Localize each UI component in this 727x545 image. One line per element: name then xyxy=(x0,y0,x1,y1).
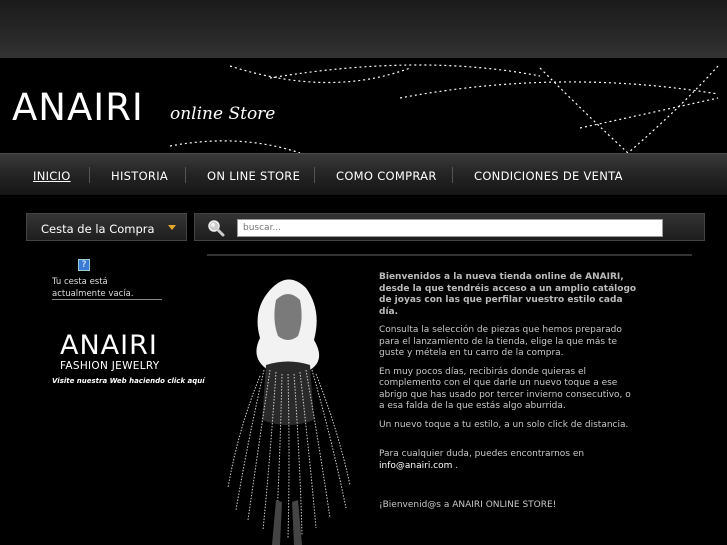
search-icon[interactable] xyxy=(207,219,225,237)
nav-separator xyxy=(452,167,453,183)
cart-label: Cesta de la Compra xyxy=(41,222,155,236)
nav-separator xyxy=(185,167,186,183)
paragraph: Un nuevo toque a tu estilo, a un solo cl… xyxy=(379,419,629,430)
site-header: ANAIRI online Store xyxy=(0,58,727,153)
nav-item-historia[interactable]: HISTORIA xyxy=(111,169,168,183)
content-divider xyxy=(207,254,692,256)
nav-item-condiciones-de-venta[interactable]: CONDICIONES DE VENTA xyxy=(474,169,623,183)
intro-paragraph: Bienvenidos a la nueva tienda online de … xyxy=(379,272,637,317)
divider xyxy=(52,299,162,300)
nav-item-como-comprar[interactable]: COMO COMPRAR xyxy=(336,169,437,183)
visit-website-link[interactable]: Visite nuestra Web haciendo click aquí xyxy=(52,377,205,385)
site-logo-subtitle: online Store xyxy=(170,104,276,124)
nav-item-online-store[interactable]: ON LINE STORE xyxy=(207,169,300,183)
nav-separator xyxy=(314,167,315,183)
contact-paragraph: Para cualquier duda, puedes encontrarnos… xyxy=(379,449,639,472)
top-bar xyxy=(0,0,727,58)
help-icon[interactable]: ? xyxy=(78,259,90,271)
cart-dropdown[interactable]: Cesta de la Compra xyxy=(26,213,187,241)
fashion-jewelry-logo[interactable]: ANAIRI xyxy=(60,330,158,361)
fashion-jewelry-subtitle: FASHION JEWELRY xyxy=(60,360,160,372)
nav-item-inicio[interactable]: INICIO xyxy=(33,169,71,183)
site-logo[interactable]: ANAIRI xyxy=(12,86,144,129)
cart-empty-message: Tu cesta está actualmente vacía. xyxy=(52,277,134,299)
search-input[interactable] xyxy=(237,219,663,237)
chevron-down-icon xyxy=(168,225,176,230)
email-suffix: . xyxy=(452,460,459,471)
contact-text: Para cualquier duda, puedes encontrarnos… xyxy=(379,449,585,459)
nav-separator xyxy=(89,167,90,183)
search-bar xyxy=(194,213,705,241)
email-link[interactable]: info@anairi.com xyxy=(379,461,452,471)
main-navigation: INICIO HISTORIA ON LINE STORE COMO COMPR… xyxy=(0,153,727,195)
welcome-text: Bienvenidos a la nueva tienda online de … xyxy=(379,272,639,519)
model-silhouette-image xyxy=(227,279,351,545)
closing-paragraph: ¡Bienvenid@s a ANAIRI ONLINE STORE! xyxy=(379,500,557,510)
paragraph: En muy pocos días, recibirás donde quier… xyxy=(379,366,631,412)
paragraph: Consulta la selección de piezas que hemo… xyxy=(379,325,622,358)
